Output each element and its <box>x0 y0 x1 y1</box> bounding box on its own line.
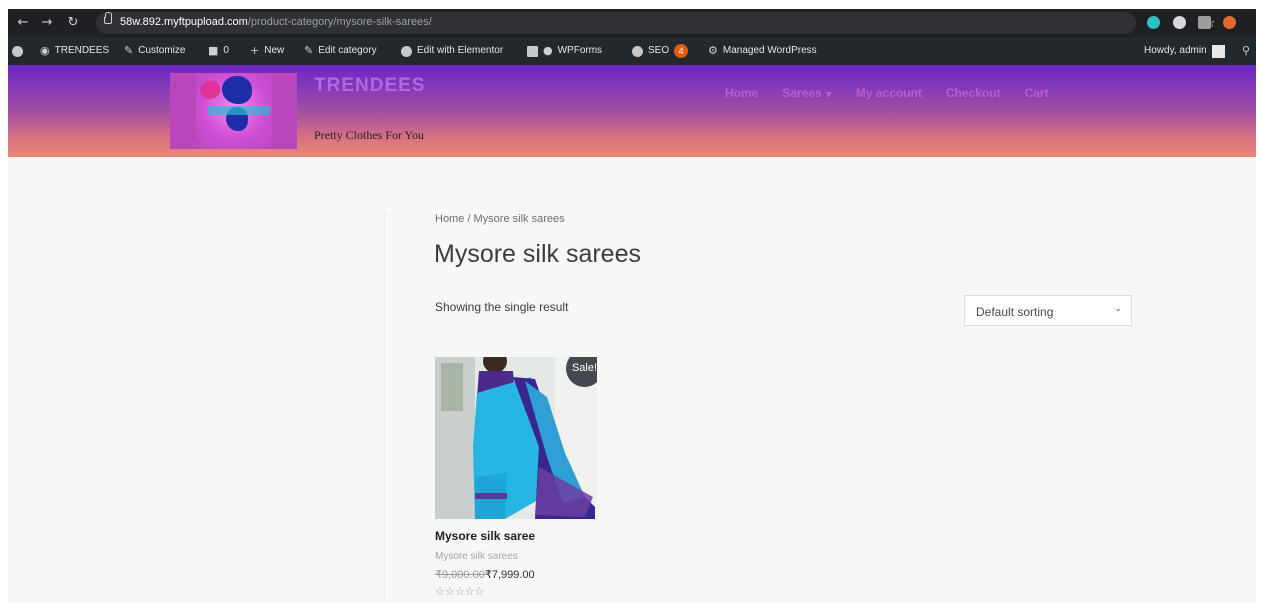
sorting-selected-value: Default sorting <box>976 305 1054 319</box>
brush-icon: ✎ <box>124 44 134 57</box>
new-label: New <box>264 45 285 56</box>
seo-notification-badge: 4 <box>674 44 689 58</box>
logo-butterfly-image <box>196 73 272 149</box>
dot-icon: ● <box>543 44 553 57</box>
nav-item-home[interactable]: Home <box>725 86 758 100</box>
main-content: Home / Mysore silk sarees Mysore silk sa… <box>8 157 1256 603</box>
nav-item-checkout[interactable]: Checkout <box>946 86 1001 100</box>
url-host: 58w.892.myftpupload.com <box>120 16 248 28</box>
back-arrow-icon[interactable]: ← <box>14 14 32 32</box>
admin-site-name[interactable]: ◉ TRENDEES <box>40 37 109 65</box>
browser-toolbar: ← → ↻ 58w.892.myftpupload.com/product-ca… <box>8 9 1256 37</box>
sale-price: ₹7,999.00 <box>484 569 535 581</box>
pencil-icon: ✎ <box>304 44 314 57</box>
edit-elementor-link[interactable]: Edit with Elementor <box>401 37 503 65</box>
chevron-down-icon: ▼ <box>825 90 832 99</box>
comment-bubble-icon: ■ <box>208 44 219 57</box>
content-divider <box>384 210 385 603</box>
nav-item-cart[interactable]: Cart <box>1025 86 1049 100</box>
comments-count: 0 <box>223 45 229 56</box>
avatar <box>1211 44 1225 58</box>
managed-label: Managed WordPress <box>722 45 817 56</box>
breadcrumb[interactable]: Home / Mysore silk sarees <box>435 213 565 225</box>
product-title[interactable]: Mysore silk saree <box>435 529 535 543</box>
edit-elementor-label: Edit with Elementor <box>417 45 504 56</box>
edit-category-label: Edit category <box>318 45 377 56</box>
howdy-label: Howdy, admin <box>1144 45 1207 56</box>
forms-icon <box>527 45 538 57</box>
admin-search-button[interactable]: ⚲ <box>1242 37 1250 65</box>
admin-site-name-label: TRENDEES <box>54 45 110 56</box>
star-rating: ☆☆☆☆☆ <box>435 585 485 598</box>
lock-icon <box>104 12 112 24</box>
seo-icon <box>632 45 643 57</box>
customize-link[interactable]: ✎ Customize <box>124 37 185 65</box>
forward-arrow-icon[interactable]: → <box>38 14 56 32</box>
profile-avatar-icon[interactable] <box>1223 16 1236 29</box>
comments-link[interactable]: ■ 0 <box>208 37 229 65</box>
nav-item-my-account[interactable]: My account <box>856 86 922 100</box>
reload-icon[interactable]: ↻ <box>64 14 82 32</box>
primary-navigation: Home Sarees ▼ My account Checkout Cart <box>725 86 1049 100</box>
chevron-down-icon: ⌄ <box>1114 304 1122 314</box>
new-content-link[interactable]: + New <box>250 37 284 65</box>
plus-icon: + <box>250 44 260 57</box>
extension-icon[interactable] <box>1173 16 1186 29</box>
seo-link[interactable]: SEO 4 <box>632 37 689 65</box>
nav-item-sarees[interactable]: Sarees ▼ <box>782 86 832 100</box>
result-count: Showing the single result <box>435 300 569 314</box>
edit-category-link[interactable]: ✎ Edit category <box>304 37 377 65</box>
elementor-icon <box>401 45 412 57</box>
wp-admin-bar: ◉ TRENDEES ✎ Customize ■ 0 + New ✎ Edit … <box>8 37 1256 65</box>
product-image[interactable]: Sale! <box>435 357 597 519</box>
grammarly-extension-icon[interactable] <box>1147 16 1160 29</box>
wpforms-label: WPForms <box>557 45 603 56</box>
dashboard-icon: ◉ <box>40 44 50 57</box>
address-bar[interactable]: 58w.892.myftpupload.com/product-category… <box>96 12 1216 34</box>
url-path: /product-category/mysore-silk-sarees/ <box>247 16 432 28</box>
site-header: TRENDEES Pretty Clothes For You Home Sar… <box>8 65 1256 157</box>
site-tagline: Pretty Clothes For You <box>314 128 425 142</box>
sorting-select[interactable]: Default sorting ⌄ <box>964 295 1132 326</box>
wordpress-logo-button[interactable] <box>12 37 23 65</box>
search-icon: ⚲ <box>1242 44 1251 57</box>
nav-item-sarees-label: Sarees <box>782 86 822 100</box>
product-category[interactable]: Mysore silk sarees <box>435 551 518 562</box>
wpforms-link[interactable]: ● WPForms <box>527 37 602 65</box>
managed-wordpress-link[interactable]: ⚙ Managed WordPress <box>708 37 817 65</box>
url-text: 58w.892.myftpupload.com/product-category… <box>120 16 432 28</box>
site-title[interactable]: TRENDEES <box>314 75 425 97</box>
old-price: ₹9,000.00 <box>435 569 485 581</box>
wordpress-icon <box>12 45 23 57</box>
puzzle-extensions-icon[interactable] <box>1198 16 1211 29</box>
gear-icon: ⚙ <box>708 44 718 57</box>
site-logo[interactable] <box>170 73 297 149</box>
product-card: Sale! Mysore silk saree Mysore silk sare… <box>435 357 605 598</box>
howdy-account-menu[interactable]: Howdy, admin <box>1144 37 1225 65</box>
browser-window: ← → ↻ 58w.892.myftpupload.com/product-ca… <box>8 9 1256 603</box>
page-title: Mysore silk sarees <box>434 240 641 268</box>
product-price: ₹9,000.00₹7,999.00 <box>435 568 535 581</box>
customize-label: Customize <box>138 45 186 56</box>
seo-label: SEO <box>648 45 670 56</box>
